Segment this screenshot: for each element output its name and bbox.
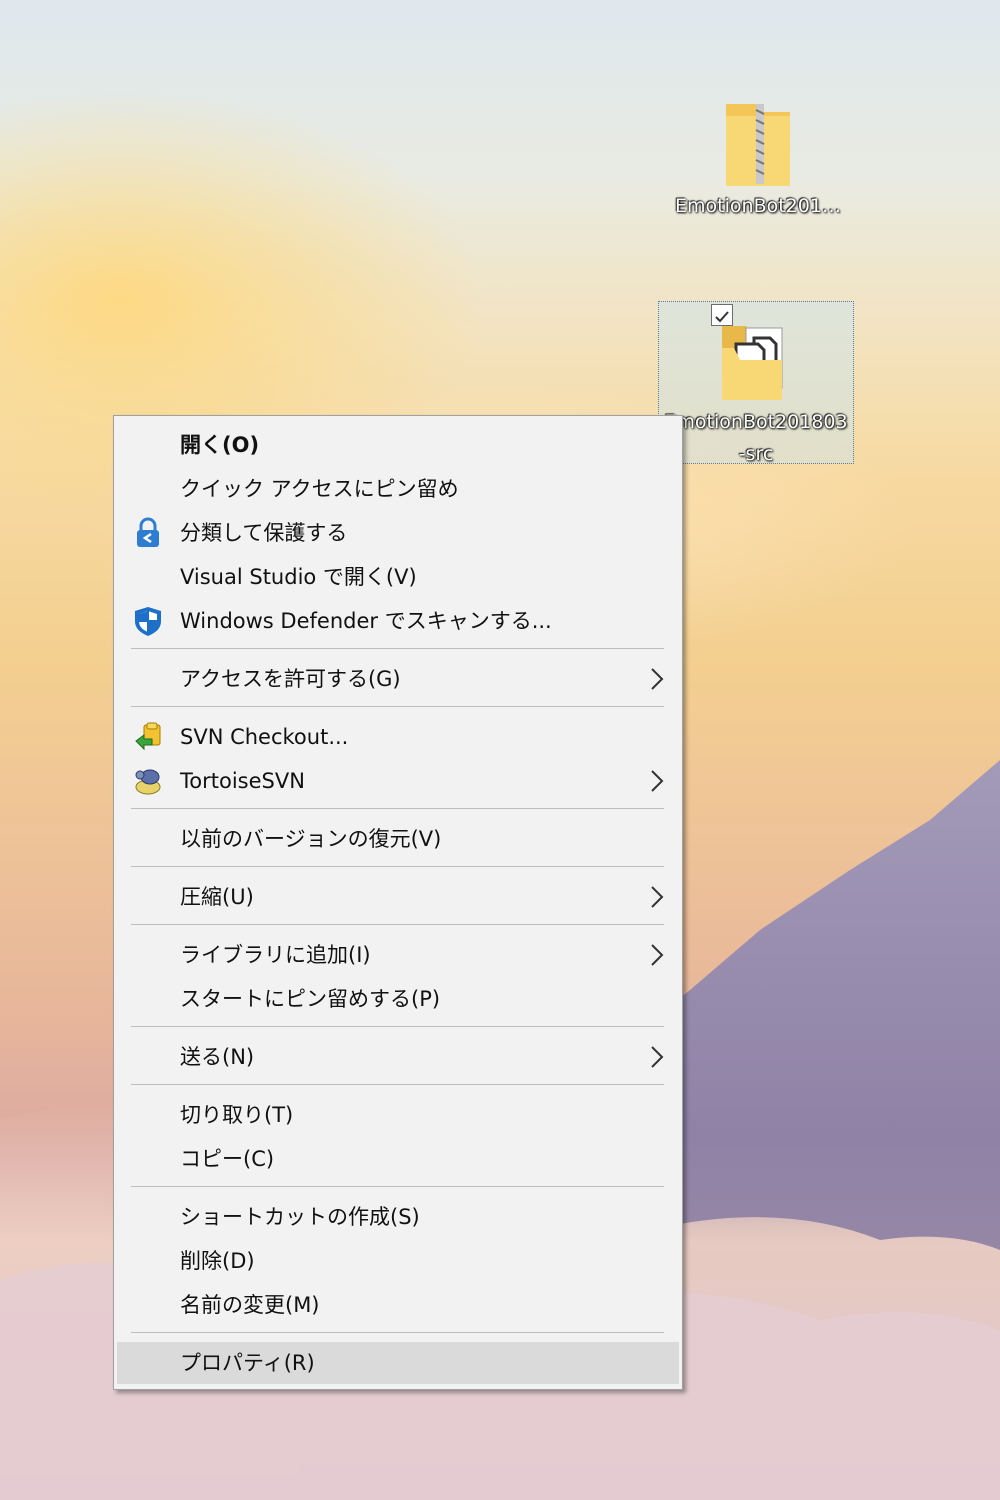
menu-item-give-access[interactable]: アクセスを許可する(G) <box>117 658 679 700</box>
menu-item-delete[interactable]: 削除(D) <box>117 1240 679 1282</box>
menu-item-classify-protect[interactable]: 分類して保護する <box>117 512 679 554</box>
chevron-right-icon <box>651 668 664 690</box>
menu-separator <box>131 1026 664 1027</box>
zip-folder-icon <box>726 104 790 186</box>
menu-item-cut[interactable]: 切り取り(T) <box>117 1094 679 1136</box>
menu-separator <box>131 866 664 867</box>
checkmark-icon <box>715 311 729 323</box>
desktop-background[interactable]: EmotionBot201… EmotionBot201803-src 開く(O… <box>0 0 1000 1500</box>
menu-separator <box>131 648 664 649</box>
menu-separator <box>131 1332 664 1333</box>
menu-item-copy[interactable]: コピー(C) <box>117 1138 679 1180</box>
menu-separator <box>131 1186 664 1187</box>
chevron-right-icon <box>651 1046 664 1068</box>
menu-item-rename[interactable]: 名前の変更(M) <box>117 1284 679 1326</box>
menu-separator <box>131 706 664 707</box>
menu-separator <box>131 1084 664 1085</box>
menu-item-add-to-library[interactable]: ライブラリに追加(I) <box>117 934 679 976</box>
menu-item-pin-start[interactable]: スタートにピン留めする(P) <box>117 978 679 1020</box>
desktop-icon-label: EmotionBot201… <box>675 195 841 217</box>
lock-protect-icon <box>137 517 159 547</box>
menu-item-svn-checkout[interactable]: SVN Checkout... <box>117 716 679 758</box>
svn-checkout-icon <box>135 722 161 751</box>
menu-item-restore-previous[interactable]: 以前のバージョンの復元(V) <box>117 818 679 860</box>
desktop-icon-folder-selected[interactable]: EmotionBot201803-src <box>658 301 854 465</box>
menu-item-compress[interactable]: 圧縮(U) <box>117 876 679 918</box>
menu-item-open-visual-studio[interactable]: Visual Studio で開く(V) <box>117 556 679 598</box>
menu-item-pin-quick-access[interactable]: クイック アクセスにピン留め <box>117 468 679 510</box>
chevron-right-icon <box>651 886 664 908</box>
selection-checkbox[interactable] <box>711 304 733 326</box>
chevron-right-icon <box>651 770 664 792</box>
menu-item-tortoisesvn[interactable]: TortoiseSVN <box>117 760 679 802</box>
menu-item-properties[interactable]: プロパティ(R) <box>117 1342 679 1384</box>
menu-item-send-to[interactable]: 送る(N) <box>117 1036 679 1078</box>
shield-icon <box>135 607 161 636</box>
menu-item-defender-scan[interactable]: Windows Defender でスキャンする... <box>117 600 679 642</box>
tortoisesvn-icon <box>135 769 161 795</box>
menu-item-open[interactable]: 開く(O) <box>117 424 679 466</box>
chevron-right-icon <box>651 944 664 966</box>
menu-item-create-shortcut[interactable]: ショートカットの作成(S) <box>117 1196 679 1238</box>
context-menu: 開く(O) クイック アクセスにピン留め 分類して保護する Visual Stu… <box>113 415 683 1390</box>
desktop-icon-label: EmotionBot201803-src <box>664 411 848 465</box>
menu-separator <box>131 808 664 809</box>
menu-separator <box>131 924 664 925</box>
desktop-icon-zip[interactable]: EmotionBot201… <box>660 100 856 222</box>
